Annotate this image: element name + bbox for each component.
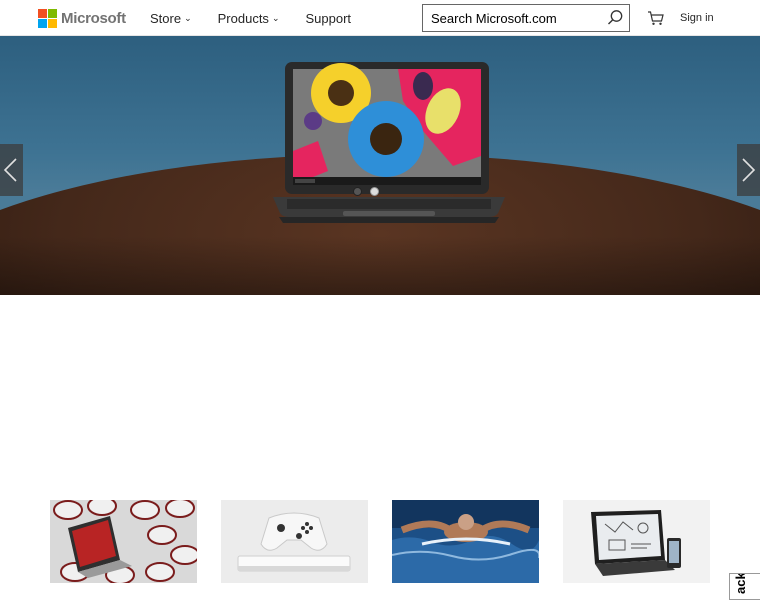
logo-square-red — [38, 9, 47, 18]
logo-square-yellow — [48, 19, 57, 28]
search-button[interactable] — [605, 8, 625, 28]
chevron-down-icon: ⌄ — [271, 13, 280, 23]
cart-icon — [648, 11, 664, 25]
tablet-image — [563, 500, 710, 583]
nav-store[interactable]: Store ⌄ — [150, 11, 192, 26]
site-header: Microsoft Store ⌄ Products ⌄ Support Sea… — [0, 0, 760, 36]
chevron-down-icon: ⌄ — [184, 13, 192, 23]
carousel-dot-2[interactable] — [370, 187, 379, 196]
search-icon — [608, 10, 623, 25]
hero-banner[interactable] — [0, 36, 760, 295]
tile-xbox[interactable] — [221, 500, 368, 583]
microsoft-logo-icon — [38, 9, 57, 28]
nav-support-label: Support — [305, 10, 352, 26]
logo-square-green — [48, 9, 57, 18]
surface-laptop-image — [50, 500, 197, 583]
carousel-dot-1[interactable] — [353, 187, 362, 196]
chevron-left-icon — [3, 158, 17, 182]
nav-support[interactable]: Support — [305, 11, 351, 26]
xbox-console-image — [221, 500, 368, 583]
microsoft-logo[interactable]: Microsoft — [38, 9, 126, 28]
nav-products-label: Products — [217, 10, 269, 26]
tile-tablet[interactable] — [563, 500, 710, 583]
hero-next-button[interactable] — [737, 144, 760, 196]
sign-in-link[interactable]: Sign in — [680, 12, 714, 24]
feedback-tab[interactable]: ack — [729, 573, 760, 600]
search-box — [422, 4, 630, 32]
logo-text: Microsoft — [61, 10, 126, 27]
hero-prev-button[interactable] — [0, 144, 23, 196]
product-tiles — [50, 500, 710, 583]
swimmer-image — [392, 500, 539, 583]
main-nav: Store ⌄ Products ⌄ Support — [150, 0, 377, 36]
nav-products[interactable]: Products ⌄ — [218, 11, 280, 26]
laptop-image — [273, 62, 505, 223]
logo-square-blue — [38, 19, 47, 28]
cart-button[interactable] — [647, 10, 665, 26]
hero-shadow — [0, 236, 760, 295]
tile-swimmer[interactable] — [392, 500, 539, 583]
carousel-indicators — [353, 187, 387, 196]
search-input[interactable] — [423, 5, 603, 31]
chevron-right-icon — [742, 158, 756, 182]
tile-surface[interactable] — [50, 500, 197, 583]
feedback-label: ack — [733, 573, 748, 594]
nav-store-label: Store — [150, 10, 182, 26]
